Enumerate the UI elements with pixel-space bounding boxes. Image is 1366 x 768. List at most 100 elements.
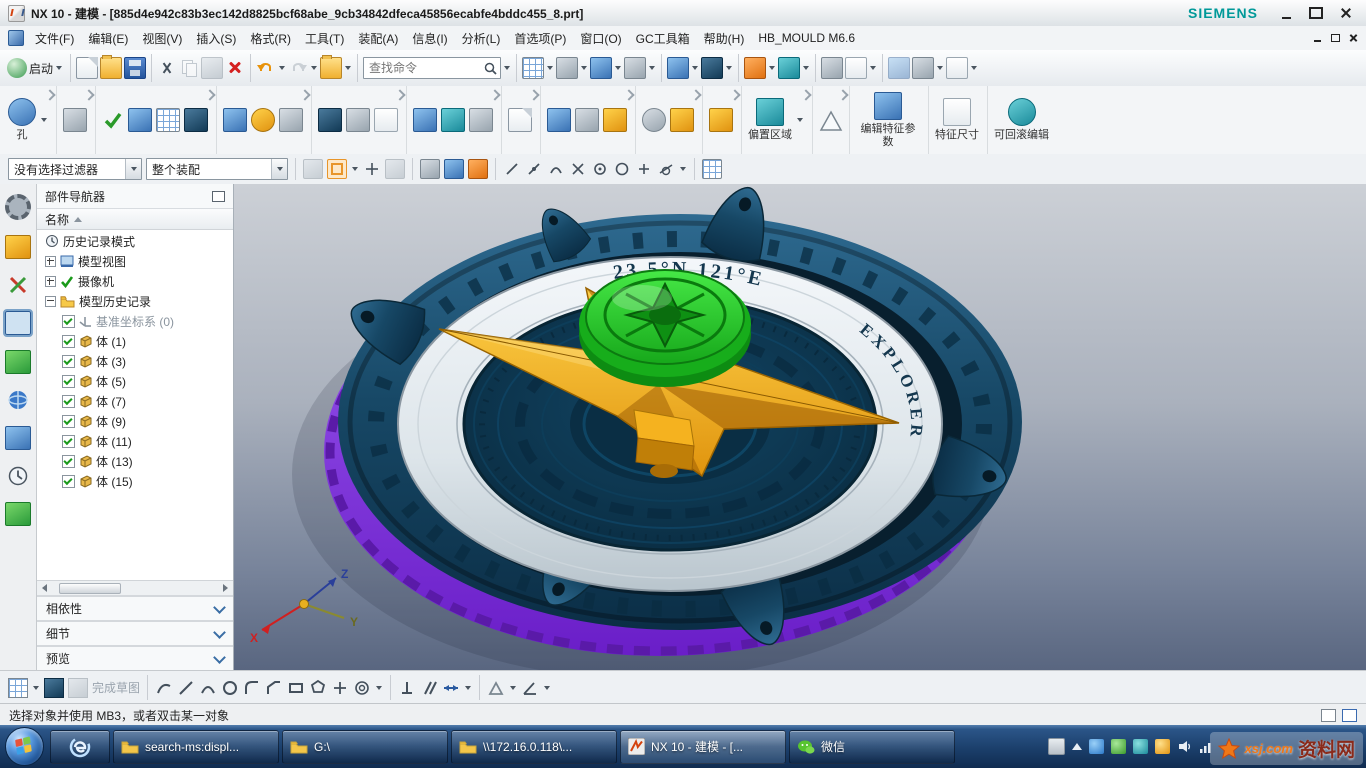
menu-format[interactable]: 格式(R) [243,27,298,50]
tree-item-model-views[interactable]: 模型视图 [37,251,233,271]
dimension-icon[interactable] [442,679,460,697]
menu-file[interactable]: 文件(F) [28,27,81,50]
taskbar-button-gdrive[interactable]: G:\ [282,730,448,764]
part-navigator-tab-icon[interactable] [5,311,31,335]
assembly-navigator-tab-icon[interactable] [5,235,31,259]
internet-explorer-button[interactable] [50,730,110,764]
tray-app-icon[interactable] [1155,739,1170,754]
scroll-right-arrow[interactable] [223,584,228,592]
history-tab-icon[interactable] [6,465,30,487]
checkbox-checked[interactable] [62,315,75,328]
tray-app-icon[interactable] [1089,739,1104,754]
angle-icon[interactable] [487,679,505,697]
layer-settings-icon[interactable] [556,57,578,79]
tree-item-body[interactable]: 体 (15) [37,471,233,491]
new-file-icon[interactable] [76,57,98,79]
checkbox-checked[interactable] [62,395,75,408]
feature-dimension-button[interactable]: 特征尺寸 [935,98,979,142]
checkbox-checked[interactable] [62,475,75,488]
green-medallion[interactable] [579,270,751,387]
list-icon[interactable] [374,108,398,132]
selection-filter-dropdown[interactable] [125,159,141,179]
box-stack-icon[interactable] [709,108,733,132]
process-studio-tab-icon[interactable] [5,502,31,526]
menu-assemblies[interactable]: 装配(A) [351,27,405,50]
shell-icon[interactable] [279,108,303,132]
menu-window[interactable]: 窗口(O) [573,27,628,50]
snap-tangent-icon[interactable] [657,160,675,178]
snap-point-icon[interactable] [635,160,653,178]
cut-icon[interactable] [157,58,177,78]
menu-edit[interactable]: 编辑(E) [81,27,135,50]
block-icon[interactable] [670,108,694,132]
details-panel-header[interactable]: 细节 [37,620,233,645]
command-finder-input[interactable] [367,60,482,76]
taskbar-button-nx[interactable]: NX 10 - 建模 - [... [620,730,786,764]
lasso-icon[interactable] [385,159,405,179]
menu-information[interactable]: 信息(I) [405,27,454,50]
snap-center-icon[interactable] [591,160,609,178]
checkbox-checked[interactable] [62,355,75,368]
tree-item-body[interactable]: 体 (5) [37,371,233,391]
tree-item-body[interactable]: 体 (11) [37,431,233,451]
taskbar-button-wechat[interactable]: 微信 [789,730,955,764]
offset-region-button[interactable]: 偏置区域 [748,98,792,142]
delete-face-icon[interactable] [575,108,599,132]
checkbox-checked[interactable] [62,335,75,348]
open-file-icon[interactable] [100,57,122,79]
child-window-icon[interactable] [8,30,24,46]
menu-insert[interactable]: 插入(S) [189,27,243,50]
selection-scope-dropdown[interactable] [271,159,287,179]
start-menu-button[interactable]: 启动 [5,56,65,80]
undock-icon[interactable] [212,191,225,202]
tree-item-history-mode[interactable]: 历史记录模式 [37,231,233,251]
window-layout-icon[interactable] [522,57,544,79]
orient-view-icon[interactable] [590,57,612,79]
volume-icon[interactable] [1177,739,1192,754]
draft-icon[interactable] [346,108,370,132]
expand-icon[interactable] [45,256,56,267]
reuse-library-tab-icon[interactable] [5,350,31,374]
tree-item-body[interactable]: 体 (13) [37,451,233,471]
profile-icon[interactable] [155,679,173,697]
minimize-button[interactable] [1274,4,1298,22]
pattern-feature-icon[interactable] [413,108,437,132]
move-object-icon[interactable] [701,57,723,79]
collapse-icon[interactable] [45,296,56,307]
checkbox-checked[interactable] [62,435,75,448]
edit-feature-parameters-button[interactable]: 编辑特征参数 [856,92,920,148]
tree-item-body[interactable]: 体 (9) [37,411,233,431]
child-close-button[interactable] [1344,31,1362,45]
arc-icon[interactable] [199,679,217,697]
grid-snap-icon[interactable] [702,159,722,179]
snapshot-icon[interactable] [821,57,843,79]
select-region-icon[interactable] [327,159,347,179]
checkbox-checked[interactable] [62,415,75,428]
measure-angle-icon[interactable] [521,679,539,697]
trim-body-icon[interactable] [469,108,493,132]
scrollbar-thumb[interactable] [59,583,121,594]
rollback-edit-button[interactable]: 可回滚编辑 [994,98,1049,142]
child-minimize-button[interactable] [1308,31,1326,45]
redo-icon[interactable] [288,58,308,78]
rectangle-icon[interactable] [287,679,305,697]
boss-icon[interactable] [63,108,87,132]
taskbar-button-network-share[interactable]: \\172.16.0.118\... [451,730,617,764]
expand-icon[interactable] [45,276,56,287]
tray-app-icon[interactable] [1133,739,1148,754]
sketch-display-icon[interactable] [44,678,64,698]
copy-icon[interactable] [179,58,199,78]
resource-settings-gear-icon[interactable] [5,194,31,220]
snap-endpoint-icon[interactable] [503,160,521,178]
undo-icon[interactable] [256,58,276,78]
measure-icon[interactable] [744,57,766,79]
offset-curve-icon[interactable] [353,679,371,697]
child-restore-button[interactable] [1326,31,1344,45]
helix-icon[interactable] [223,108,247,132]
render-style-icon[interactable] [624,57,646,79]
save-icon[interactable] [124,57,146,79]
tree-item-body[interactable]: 体 (3) [37,351,233,371]
scroll-left-arrow[interactable] [42,584,47,592]
restore-button[interactable] [1304,4,1328,22]
touch-keyboard-icon[interactable] [1048,738,1065,755]
